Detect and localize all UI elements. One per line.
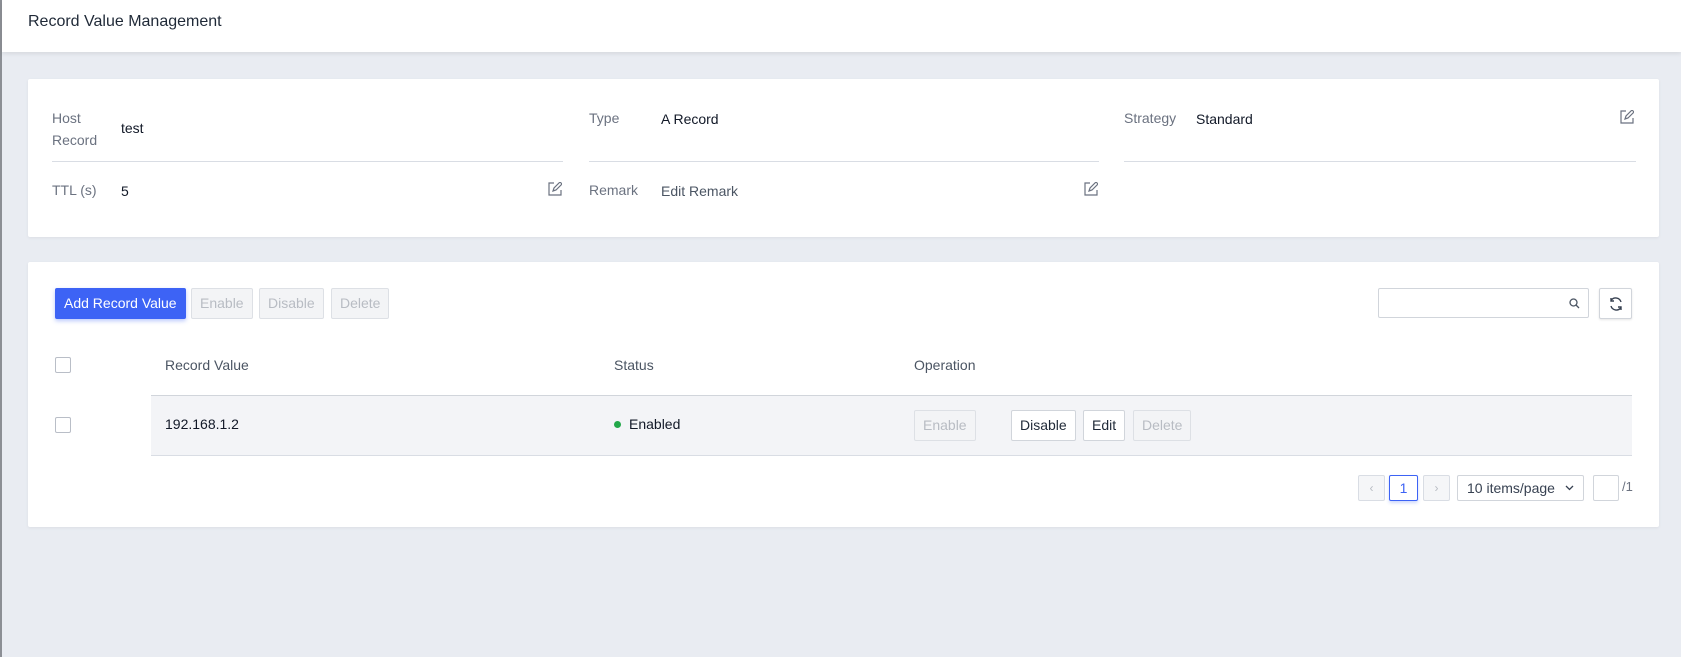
prev-page-button[interactable]: ‹ (1358, 475, 1385, 501)
record-values-card: Add Record Value Enable Disable Delete R… (28, 262, 1659, 527)
strategy-label: Strategy (1124, 110, 1177, 126)
refresh-icon (1610, 297, 1622, 311)
total-pages: /1 (1622, 479, 1633, 494)
record-value-cell: 192.168.1.2 (165, 416, 239, 432)
type-label: Type (589, 110, 620, 126)
remark-label: Remark (589, 182, 639, 198)
column-header-operation: Operation (914, 357, 976, 373)
next-page-button[interactable]: › (1423, 475, 1450, 501)
ttl-value: 5 (121, 183, 129, 199)
page-size-select[interactable]: 10 items/page (1457, 475, 1584, 501)
row-edit-button[interactable]: Edit (1083, 410, 1126, 441)
edit-ttl-icon[interactable] (548, 182, 562, 196)
select-all-checkbox[interactable] (55, 357, 71, 373)
row-checkbox[interactable] (55, 417, 71, 433)
type-field: Type A Record (589, 107, 1099, 162)
remark-value: Edit Remark (661, 183, 739, 199)
chevron-down-icon (1565, 485, 1574, 491)
row-disable-button[interactable]: Disable (1011, 410, 1076, 441)
row-delete-button[interactable]: Delete (1133, 410, 1192, 441)
host-record-value: test (121, 120, 144, 136)
page-title: Record Value Management (28, 13, 222, 30)
remark-field: Remark Edit Remark (589, 179, 1099, 234)
status-dot-icon (614, 420, 621, 428)
page-1-button[interactable]: 1 (1389, 475, 1418, 501)
status-text: Enabled (629, 416, 681, 432)
host-record-label-line1: Host (52, 110, 81, 126)
strategy-field: Strategy Standard (1124, 107, 1636, 162)
edit-remark-icon[interactable] (1084, 182, 1098, 196)
bulk-delete-button[interactable]: Delete (331, 288, 390, 319)
page-jump-input[interactable] (1593, 475, 1619, 501)
ttl-field: TTL (s) 5 (52, 179, 563, 234)
refresh-button[interactable] (1599, 288, 1632, 319)
record-info-card: Host Record test Type A Record Strategy … (28, 79, 1659, 237)
table-row: 192.168.1.2 Enabled Enable Disable Edit … (151, 396, 1632, 456)
page-header: Record Value Management (2, 0, 1681, 52)
type-value: A Record (661, 111, 719, 127)
host-record-field: Host Record test (52, 107, 563, 162)
row-enable-button[interactable]: Enable (914, 410, 976, 441)
column-header-record-value: Record Value (165, 357, 249, 373)
bulk-disable-button[interactable]: Disable (259, 288, 324, 319)
strategy-value: Standard (1196, 111, 1253, 127)
search-icon[interactable] (1569, 298, 1580, 309)
window-left-edge (0, 0, 2, 657)
add-record-value-button[interactable]: Add Record Value (55, 288, 186, 319)
bulk-enable-button[interactable]: Enable (191, 288, 253, 319)
search-box (1378, 288, 1589, 318)
search-input[interactable] (1385, 293, 1555, 313)
host-record-label-line2: Record (52, 132, 98, 148)
status-cell: Enabled (614, 416, 680, 432)
column-header-status: Status (614, 357, 654, 373)
edit-strategy-icon[interactable] (1620, 110, 1634, 124)
ttl-label: TTL (s) (52, 182, 97, 198)
page-size-value: 10 items/page (1467, 480, 1555, 496)
